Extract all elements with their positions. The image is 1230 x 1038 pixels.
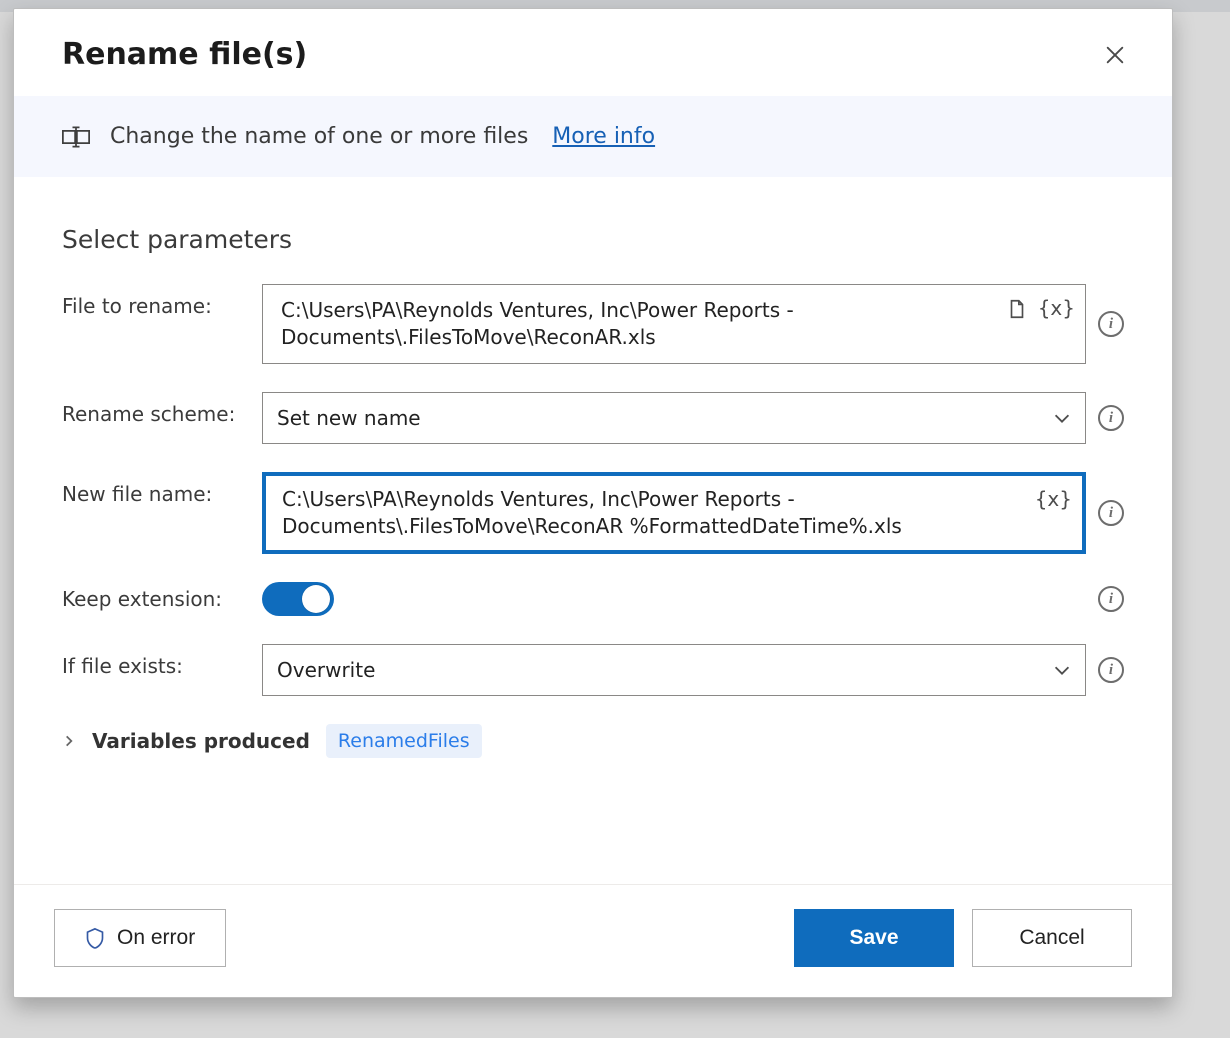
- dialog-footer: On error Save Cancel: [14, 884, 1172, 997]
- row-if-file-exists: If file exists: Overwrite i: [62, 644, 1124, 696]
- row-rename-scheme: Rename scheme: Set new name i: [62, 392, 1124, 444]
- section-title: Select parameters: [62, 225, 1124, 254]
- variable-chip-renamedfiles[interactable]: RenamedFiles: [326, 724, 482, 758]
- file-picker-icon[interactable]: [1006, 298, 1028, 320]
- input-new-file-name[interactable]: C:\Users\PA\Reynolds Ventures, Inc\Power…: [262, 472, 1086, 554]
- row-new-file-name: New file name: C:\Users\PA\Reynolds Vent…: [62, 472, 1124, 554]
- cancel-label: Cancel: [1019, 926, 1084, 950]
- label-rename-scheme: Rename scheme:: [62, 392, 242, 426]
- toggle-keep-extension[interactable]: [262, 582, 334, 616]
- dialog-header: Rename file(s): [14, 9, 1172, 96]
- more-info-link[interactable]: More info: [552, 124, 655, 149]
- dialog-body: Select parameters File to rename: C:\Use…: [14, 177, 1172, 884]
- label-if-file-exists: If file exists:: [62, 644, 242, 678]
- rename-icon: [62, 126, 90, 148]
- save-button[interactable]: Save: [794, 909, 954, 967]
- input-new-file-name-value: C:\Users\PA\Reynolds Ventures, Inc\Power…: [282, 486, 992, 540]
- info-button-keep-extension[interactable]: i: [1098, 586, 1124, 612]
- variable-token-button[interactable]: {x}: [1035, 486, 1072, 513]
- rename-files-dialog: Rename file(s) Change the name of one or…: [13, 8, 1173, 998]
- row-file-to-rename: File to rename: C:\Users\PA\Reynolds Ven…: [62, 284, 1124, 364]
- chevron-down-icon: [1051, 659, 1073, 681]
- label-file-to-rename: File to rename:: [62, 284, 242, 318]
- chevron-down-icon: [1051, 407, 1073, 429]
- cancel-button[interactable]: Cancel: [972, 909, 1132, 967]
- row-keep-extension: Keep extension: i: [62, 582, 1124, 616]
- on-error-button[interactable]: On error: [54, 909, 226, 967]
- select-rename-scheme[interactable]: Set new name: [262, 392, 1086, 444]
- input-file-to-rename-value: C:\Users\PA\Reynolds Ventures, Inc\Power…: [281, 297, 995, 351]
- select-if-file-exists-value: Overwrite: [277, 657, 375, 684]
- info-button-rename-scheme[interactable]: i: [1098, 405, 1124, 431]
- info-button-new-file-name[interactable]: i: [1098, 500, 1124, 526]
- close-button[interactable]: [1098, 38, 1132, 72]
- label-keep-extension: Keep extension:: [62, 587, 242, 611]
- dialog-title: Rename file(s): [62, 37, 307, 72]
- select-if-file-exists[interactable]: Overwrite: [262, 644, 1086, 696]
- info-button-file-to-rename[interactable]: i: [1098, 311, 1124, 337]
- toggle-knob: [302, 585, 330, 613]
- label-new-file-name: New file name:: [62, 472, 242, 506]
- variables-produced-label: Variables produced: [92, 729, 310, 753]
- variable-token-button[interactable]: {x}: [1038, 295, 1075, 322]
- on-error-label: On error: [117, 926, 195, 950]
- variables-produced-row[interactable]: Variables produced RenamedFiles: [62, 724, 1124, 758]
- input-file-to-rename[interactable]: C:\Users\PA\Reynolds Ventures, Inc\Power…: [262, 284, 1086, 364]
- save-label: Save: [849, 926, 898, 950]
- select-rename-scheme-value: Set new name: [277, 405, 421, 432]
- dialog-description-banner: Change the name of one or more files Mor…: [14, 96, 1172, 177]
- shield-icon: [85, 927, 105, 949]
- info-button-if-file-exists[interactable]: i: [1098, 657, 1124, 683]
- dialog-description-text: Change the name of one or more files: [110, 124, 528, 149]
- chevron-right-icon: [62, 734, 76, 748]
- close-icon: [1104, 44, 1126, 66]
